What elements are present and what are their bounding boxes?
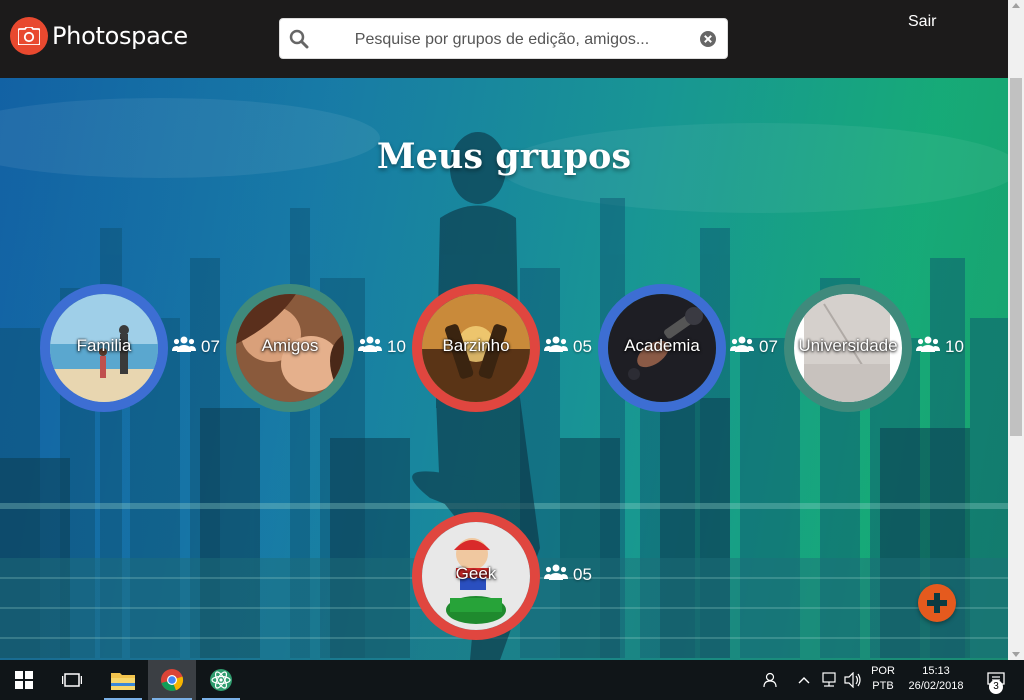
action-center-button[interactable]: 3	[976, 660, 1016, 700]
keyboard-layout-label: PTB	[872, 680, 894, 692]
network-button[interactable]	[818, 660, 840, 700]
search-icon	[289, 29, 309, 54]
search-box	[279, 18, 728, 60]
page-title: Meus grupos	[376, 136, 632, 177]
chevron-up-icon	[798, 677, 810, 684]
app-name: Photospace	[52, 22, 188, 50]
clock-date: 26/02/2018	[908, 680, 964, 692]
group-card-geek[interactable]: Geek 05	[412, 512, 632, 642]
hero-background: Meus grupos Familia 07 Amigos 10 Barzinh…	[0, 78, 1008, 660]
folder-icon	[111, 673, 135, 690]
group-name: Familia	[76, 336, 132, 355]
group-name: Amigos	[261, 336, 319, 355]
network-icon	[822, 672, 836, 687]
speaker-icon	[844, 672, 861, 688]
language-label: POR	[871, 665, 895, 677]
group-name: Academia	[624, 336, 700, 355]
show-hidden-icons-button[interactable]	[794, 660, 814, 700]
group-name: Universidade	[798, 336, 898, 355]
group-name: Barzinho	[442, 336, 510, 355]
plus-icon	[927, 593, 947, 613]
task-view-button[interactable]	[48, 660, 96, 700]
member-count: 10	[916, 336, 964, 357]
camera-icon	[10, 17, 48, 55]
taskbar-atom[interactable]	[198, 660, 244, 700]
member-count: 05	[544, 564, 592, 585]
task-view-icon	[62, 673, 82, 687]
users-icon	[730, 336, 754, 357]
notification-count-badge: 3	[989, 680, 1003, 694]
app-logo[interactable]: Photospace	[10, 17, 188, 55]
windows-logo-icon	[15, 671, 33, 689]
os-taskbar: POR PTB 15:13 26/02/2018 3	[0, 660, 1024, 700]
users-icon	[358, 336, 382, 357]
clock-time: 15:13	[922, 665, 950, 677]
users-icon	[916, 336, 940, 357]
users-icon	[544, 336, 568, 357]
volume-button[interactable]	[842, 660, 864, 700]
chrome-icon	[161, 669, 184, 692]
page-scrollbar[interactable]	[1008, 0, 1024, 660]
clock[interactable]: 15:13 26/02/2018	[902, 664, 970, 694]
taskbar-chrome[interactable]	[148, 660, 196, 700]
member-count-value: 10	[945, 336, 964, 356]
scroll-down-arrow-icon[interactable]	[1012, 652, 1020, 657]
people-button[interactable]	[756, 660, 782, 700]
clear-search-icon[interactable]	[699, 30, 717, 53]
search-input[interactable]	[320, 19, 684, 60]
member-count-value: 05	[573, 564, 592, 584]
add-group-button[interactable]	[918, 584, 956, 622]
users-icon	[544, 564, 568, 585]
users-icon	[172, 336, 196, 357]
start-button[interactable]	[0, 660, 48, 700]
atom-icon	[210, 669, 232, 691]
taskbar-file-explorer[interactable]	[100, 660, 146, 700]
scroll-up-arrow-icon[interactable]	[1012, 3, 1020, 8]
group-name: Geek	[455, 564, 497, 583]
group-card-universidade[interactable]: Universidade 10	[784, 284, 1004, 414]
top-navbar: Photospace Sair	[0, 0, 1008, 78]
people-icon	[763, 672, 777, 688]
scroll-thumb[interactable]	[1010, 78, 1022, 436]
logout-link[interactable]: Sair	[908, 13, 936, 31]
input-language[interactable]: POR PTB	[866, 664, 900, 694]
